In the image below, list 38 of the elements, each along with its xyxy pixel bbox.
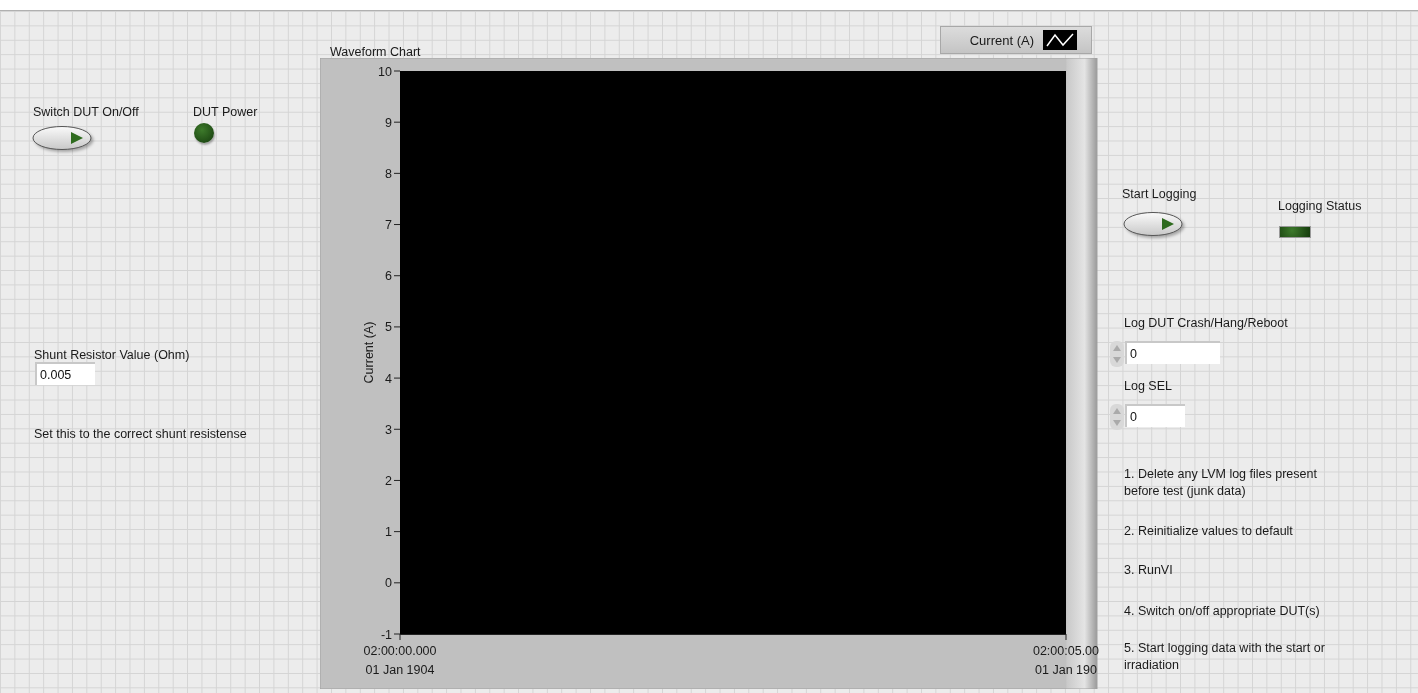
tick-label: 02:00:05.00	[1033, 644, 1099, 658]
instruction-text: 3. RunVI	[1124, 562, 1174, 579]
tick-label: 4	[385, 371, 392, 386]
tick-label: 5	[385, 320, 392, 335]
tick-label: -1	[380, 627, 392, 642]
instruction-text: 1. Delete any LVM log files present before test (junk data)	[1124, 466, 1318, 500]
logging-switch[interactable]	[1122, 211, 1186, 239]
field-label: Log SEL	[1124, 379, 1172, 393]
instruction-text: 5. Start logging data with the start or irradiation	[1124, 640, 1326, 674]
y-axis-title: Current (A)	[362, 321, 376, 384]
indicator-label: Logging Status	[1278, 199, 1362, 213]
tick-date: 01 Jan 190	[1035, 663, 1097, 677]
shunt-field[interactable]: 0.005	[35, 362, 95, 385]
instruction-text: 2. Reinitialize values to default	[1124, 523, 1294, 540]
tick-label: 1	[385, 525, 392, 540]
chart-title: Waveform Chart	[330, 45, 421, 59]
counter-field[interactable]: 0	[1125, 341, 1220, 364]
line-sample-icon	[1043, 30, 1077, 50]
tick-label: 9	[385, 115, 392, 130]
tick-label: 7	[385, 218, 392, 233]
field-label: Log DUT Crash/Hang/Reboot	[1124, 316, 1288, 330]
tick-label: 3	[385, 422, 392, 437]
tick-date: 01 Jan 1904	[365, 663, 435, 677]
note-text: Set this to the correct shunt resistense	[34, 427, 247, 441]
tick-label: 10	[378, 64, 392, 79]
power-switch[interactable]	[31, 125, 95, 153]
tick-label: 02:00:00.000	[363, 644, 437, 658]
tick-label: 2	[385, 473, 392, 488]
field-label: Shunt Resistor Value (Ohm)	[34, 348, 190, 362]
instruction-text: 4. Switch on/off appropriate DUT(s)	[1124, 603, 1321, 620]
counter-field[interactable]: 0	[1125, 404, 1185, 427]
switch-label: Switch DUT On/Off	[33, 105, 139, 119]
tick-label: 0	[385, 576, 392, 591]
indicator-label: DUT Power	[193, 105, 258, 119]
legend-label: Current (A)	[969, 32, 1034, 48]
tick-label: 6	[385, 269, 392, 284]
switch-label: Start Logging	[1122, 187, 1197, 201]
tick-label: 8	[385, 166, 392, 181]
